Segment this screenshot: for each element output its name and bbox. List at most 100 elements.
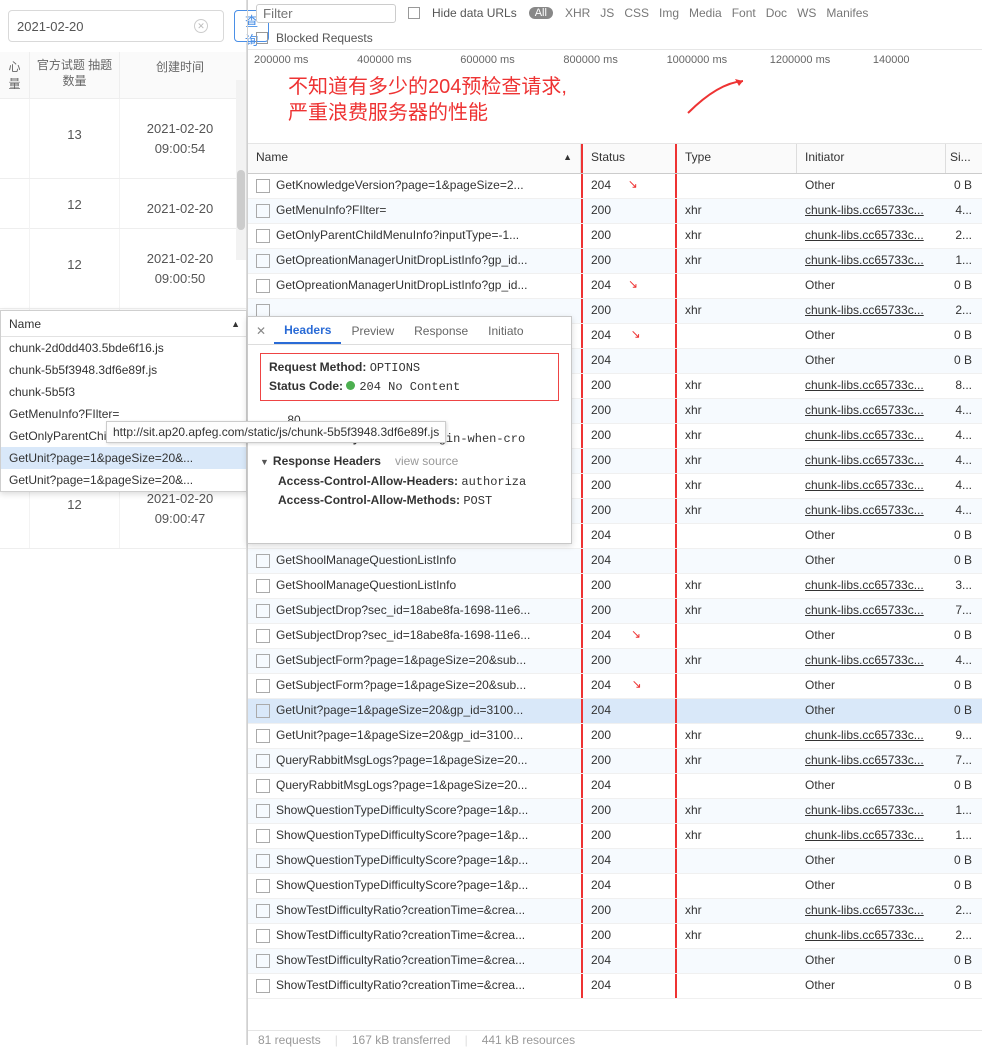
row-checkbox[interactable] <box>256 629 270 643</box>
list-item[interactable]: GetUnit?page=1&pageSize=20&... <box>1 447 246 469</box>
row-checkbox[interactable] <box>256 554 270 568</box>
row-checkbox[interactable] <box>256 604 270 618</box>
float-header-name[interactable]: Name <box>1 317 231 331</box>
sort-icon: ▲ <box>563 152 572 162</box>
row-checkbox[interactable] <box>256 804 270 818</box>
col-size[interactable]: Si... <box>946 144 976 173</box>
filter-type-font[interactable]: Font <box>732 6 756 20</box>
row-checkbox[interactable] <box>256 229 270 243</box>
row-checkbox[interactable] <box>256 854 270 868</box>
network-table-header: Name▲ Status Type Initiator Si... <box>248 144 982 174</box>
filter-all[interactable]: All <box>529 7 553 19</box>
col-initiator[interactable]: Initiator <box>797 144 946 173</box>
filter-type-media[interactable]: Media <box>689 6 722 20</box>
table-row[interactable]: 122021-02-20 <box>0 179 246 229</box>
network-row[interactable]: GetUnit?page=1&pageSize=20&gp_id=3100...… <box>248 724 982 749</box>
status-code: 204 No Content <box>359 380 460 394</box>
tab-preview[interactable]: Preview <box>341 317 404 344</box>
row-checkbox[interactable] <box>256 879 270 893</box>
row-checkbox[interactable] <box>256 904 270 918</box>
hide-data-urls-checkbox[interactable] <box>408 7 420 19</box>
tab-response[interactable]: Response <box>404 317 478 344</box>
row-checkbox[interactable] <box>256 754 270 768</box>
filter-type-ws[interactable]: WS <box>797 6 816 20</box>
row-checkbox[interactable] <box>256 679 270 693</box>
list-item[interactable]: chunk-2d0dd403.5bde6f16.js <box>1 337 246 359</box>
filter-type-xhr[interactable]: XHR <box>565 6 590 20</box>
row-checkbox[interactable] <box>256 204 270 218</box>
tab-initiator[interactable]: Initiato <box>478 317 533 344</box>
network-row[interactable]: GetOpreationManagerUnitDropListInfo?gp_i… <box>248 274 982 299</box>
row-checkbox[interactable] <box>256 779 270 793</box>
row-checkbox[interactable] <box>256 179 270 193</box>
col-created: 创建时间 <box>120 52 240 98</box>
network-row[interactable]: ShowTestDifficultyRatio?creationTime=&cr… <box>248 974 982 999</box>
table-row[interactable]: 122021-02-20 09:00:50 <box>0 229 246 309</box>
network-row[interactable]: GetSubjectDrop?sec_id=18abe8fa-1698-11e6… <box>248 599 982 624</box>
timeline-tick: 200000 ms <box>254 54 357 66</box>
timeline-tick: 800000 ms <box>563 54 666 66</box>
row-checkbox[interactable] <box>256 254 270 268</box>
network-row[interactable]: GetShoolManageQuestionListInfo200xhrchun… <box>248 574 982 599</box>
network-row[interactable]: GetKnowledgeVersion?page=1&pageSize=2...… <box>248 174 982 199</box>
list-item[interactable]: chunk-5b5f3948.3df6e89f.js <box>1 359 246 381</box>
row-checkbox[interactable] <box>256 729 270 743</box>
network-row[interactable]: ShowQuestionTypeDifficultyScore?page=1&p… <box>248 874 982 899</box>
status-dot-icon <box>346 381 355 390</box>
row-checkbox[interactable] <box>256 279 270 293</box>
network-row[interactable]: ShowQuestionTypeDifficultyScore?page=1&p… <box>248 849 982 874</box>
date-input[interactable] <box>8 10 224 42</box>
row-checkbox[interactable] <box>256 704 270 718</box>
network-row[interactable]: GetShoolManageQuestionListInfo204Other0 … <box>248 549 982 574</box>
scrollbar-thumb[interactable] <box>237 170 245 230</box>
network-row[interactable]: QueryRabbitMsgLogs?page=1&pageSize=20...… <box>248 749 982 774</box>
timeline[interactable]: 200000 ms400000 ms600000 ms800000 ms1000… <box>248 50 982 144</box>
acah-value: authoriza <box>461 475 526 489</box>
scrollbar[interactable] <box>236 80 246 260</box>
network-row[interactable]: GetSubjectForm?page=1&pageSize=20&sub...… <box>248 649 982 674</box>
filter-type-js[interactable]: JS <box>600 6 614 20</box>
close-icon[interactable]: ✕ <box>248 324 274 338</box>
filter-type-css[interactable]: CSS <box>624 6 649 20</box>
sort-icon[interactable]: ▲ <box>231 319 246 329</box>
status-code-label: Status Code: <box>269 379 343 393</box>
filter-type-doc[interactable]: Doc <box>766 6 787 20</box>
row-checkbox[interactable] <box>256 954 270 968</box>
filter-type-img[interactable]: Img <box>659 6 679 20</box>
network-row[interactable]: GetSubjectForm?page=1&pageSize=20&sub...… <box>248 674 982 699</box>
network-row[interactable]: ShowQuestionTypeDifficultyScore?page=1&p… <box>248 799 982 824</box>
filter-type-manifes[interactable]: Manifes <box>826 6 868 20</box>
general-box: Request Method: OPTIONS Status Code: 204… <box>260 353 559 401</box>
row-checkbox[interactable] <box>256 929 270 943</box>
network-row[interactable]: GetSubjectDrop?sec_id=18abe8fa-1698-11e6… <box>248 624 982 649</box>
caret-icon[interactable]: ▼ <box>260 457 269 467</box>
network-row[interactable]: ShowTestDifficultyRatio?creationTime=&cr… <box>248 899 982 924</box>
col-type[interactable]: Type <box>677 144 797 173</box>
filter-input[interactable] <box>256 4 396 23</box>
list-item[interactable]: chunk-5b5f3 <box>1 381 246 403</box>
app-panel: ✕ 查询 心量 官方试题 抽题数量 创建时间 132021-02-20 09:0… <box>0 0 247 1045</box>
table-row[interactable]: 132021-02-20 09:00:54 <box>0 99 246 179</box>
col-name[interactable]: Name▲ <box>248 144 581 173</box>
network-row[interactable]: GetUnit?page=1&pageSize=20&gp_id=3100...… <box>248 699 982 724</box>
clear-icon[interactable]: ✕ <box>194 19 208 33</box>
col-heart: 心量 <box>0 52 30 98</box>
network-row[interactable]: QueryRabbitMsgLogs?page=1&pageSize=20...… <box>248 774 982 799</box>
req-count: 81 requests <box>258 1033 321 1050</box>
network-row[interactable]: ShowQuestionTypeDifficultyScore?page=1&p… <box>248 824 982 849</box>
blocked-checkbox[interactable] <box>256 32 268 44</box>
network-row[interactable]: GetOnlyParentChildMenuInfo?inputType=-1.… <box>248 224 982 249</box>
row-checkbox[interactable] <box>256 979 270 993</box>
col-status[interactable]: Status <box>581 144 677 173</box>
tab-headers[interactable]: Headers <box>274 317 341 344</box>
network-row[interactable]: ShowTestDifficultyRatio?creationTime=&cr… <box>248 949 982 974</box>
network-row[interactable]: GetMenuInfo?FIlter=200xhrchunk-libs.cc65… <box>248 199 982 224</box>
list-item[interactable]: GetUnit?page=1&pageSize=20&... <box>1 469 246 491</box>
network-row[interactable]: ShowTestDifficultyRatio?creationTime=&cr… <box>248 924 982 949</box>
row-checkbox[interactable] <box>256 654 270 668</box>
network-row[interactable]: GetOpreationManagerUnitDropListInfo?gp_i… <box>248 249 982 274</box>
row-checkbox[interactable] <box>256 829 270 843</box>
row-checkbox[interactable] <box>256 579 270 593</box>
network-footer: 81 requests | 167 kB transferred | 441 k… <box>248 1030 982 1052</box>
view-source-link[interactable]: view source <box>395 454 458 468</box>
